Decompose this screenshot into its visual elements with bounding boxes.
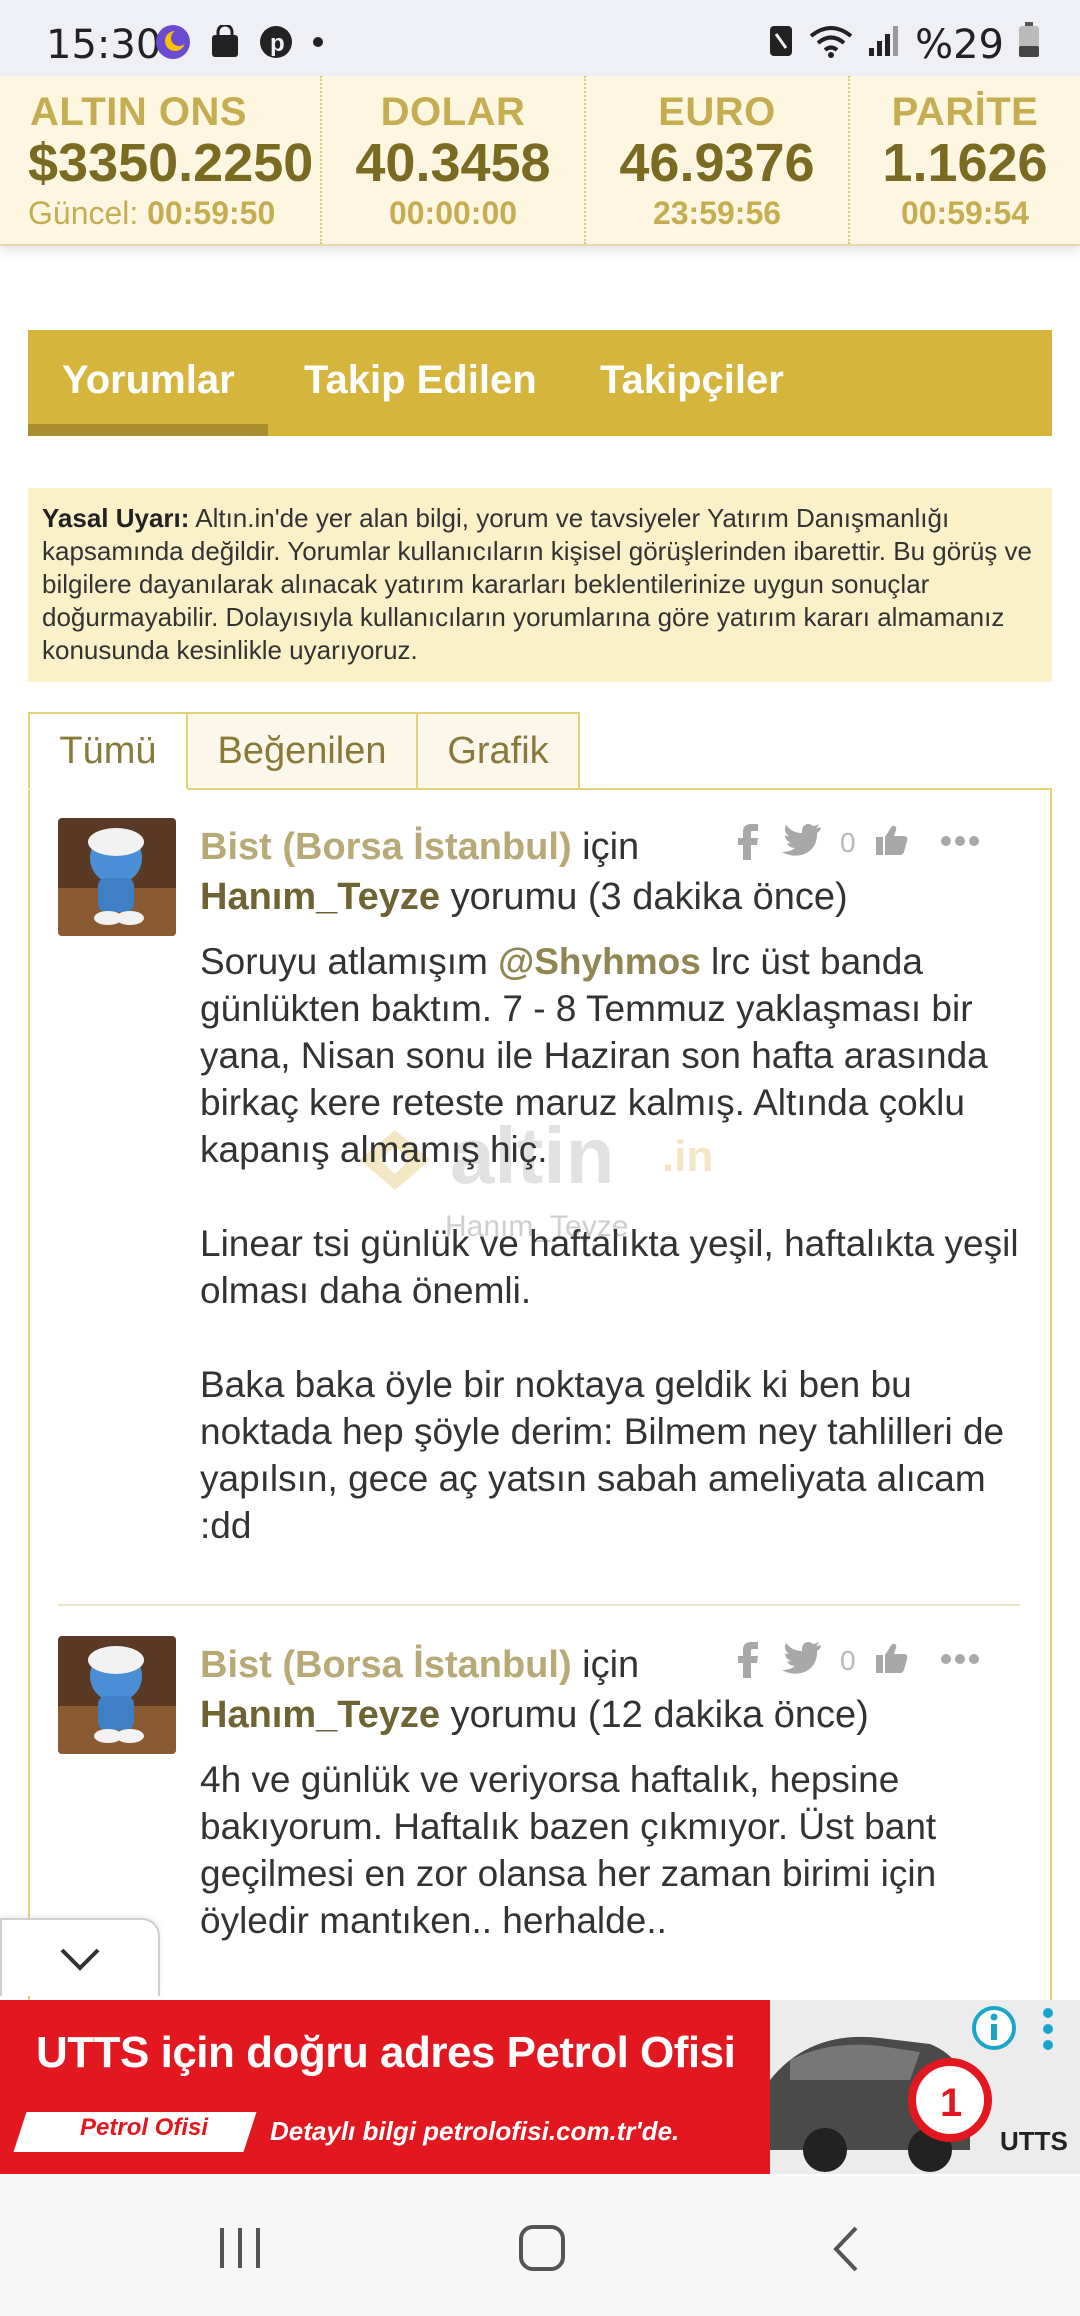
ad-detail-text: Detaylı bilgi petrolofisi.com.tr'de. bbox=[270, 2116, 680, 2146]
like-count: 0 bbox=[840, 826, 856, 858]
ticker-value: 40.3458 bbox=[355, 133, 551, 193]
nfc-icon bbox=[767, 22, 795, 68]
tab-yorumlar[interactable]: Yorumlar bbox=[62, 358, 235, 403]
svg-text:p: p bbox=[270, 30, 285, 57]
tab-begenilen[interactable]: Beğenilen bbox=[186, 712, 418, 790]
ticker-label: ALTIN ONS bbox=[30, 90, 248, 134]
comment-divider bbox=[58, 1604, 1020, 1606]
home-icon[interactable] bbox=[518, 2224, 566, 2277]
main-tabs: Yorumlar Takip Edilen Takipçiler bbox=[28, 330, 1052, 436]
ad-brand-text: Petrol Ofisi bbox=[80, 2114, 209, 2141]
back-icon[interactable] bbox=[830, 2224, 860, 2279]
ticker-value: 46.9376 bbox=[619, 133, 815, 193]
comment-actions: 0 bbox=[736, 820, 980, 865]
comment-topic-link[interactable]: Bist (Borsa İstanbul) bbox=[200, 1644, 572, 1686]
tab-grafik[interactable]: Grafik bbox=[416, 712, 580, 790]
ticker-time-prefix: Güncel: bbox=[28, 195, 139, 231]
ticker-value: 1.1626 bbox=[882, 133, 1048, 193]
comment-author-line: Hanım_Teyze yorumu (12 dakika önce) bbox=[200, 1690, 1020, 1740]
ticker-gold-ounce[interactable]: ALTIN ONS $3350.2250 Güncel: 00:59:50 bbox=[0, 76, 322, 244]
ticker-time: 23:59:56 bbox=[652, 195, 782, 231]
legal-disclaimer: Yasal Uyarı: Altın.in'de yer alan bilgi,… bbox=[28, 488, 1052, 682]
ticker-time: 00:00:00 bbox=[388, 195, 518, 231]
avatar[interactable] bbox=[58, 818, 176, 936]
thumbs-up-icon[interactable] bbox=[874, 823, 910, 862]
ticker-euro[interactable]: EURO 46.9376 23:59:56 bbox=[586, 76, 850, 244]
comment-for-word: için bbox=[571, 826, 640, 868]
comment-text: Soruyu atlamışım @Shyhmos lrc üst banda … bbox=[200, 938, 1020, 1549]
system-nav-bar bbox=[0, 2176, 1080, 2316]
ad-menu-icon[interactable] bbox=[1040, 2006, 1056, 2057]
ticker-value: $3350.2250 bbox=[28, 133, 314, 193]
avatar[interactable] bbox=[58, 1636, 176, 1754]
facebook-icon[interactable] bbox=[736, 1638, 760, 1683]
comment-header: Bist (Borsa İstanbul) için bbox=[200, 1640, 720, 1690]
ad-car-image: 1 UTTS bbox=[770, 2000, 1080, 2174]
comment-user-link[interactable]: Hanım_Teyze bbox=[200, 1694, 440, 1736]
ticker-time: 00:59:54 bbox=[900, 195, 1030, 231]
ad-badge-text: UTTS bbox=[1000, 2126, 1068, 2156]
comment-for-word: için bbox=[571, 1644, 640, 1686]
comment-header: Bist (Borsa İstanbul) için bbox=[200, 822, 720, 872]
facebook-icon[interactable] bbox=[736, 820, 760, 865]
disclaimer-text: Altın.in'de yer alan bilgi, yorum ve tav… bbox=[42, 503, 1032, 665]
comment-text-part: lrc üst banda günlükten baktım. 7 - 8 Te… bbox=[200, 941, 1019, 1546]
tab-takip-edilen[interactable]: Takip Edilen bbox=[304, 358, 537, 403]
ticker-label: DOLAR bbox=[380, 90, 526, 134]
chevron-down-icon bbox=[58, 1946, 102, 1977]
ad-info-icon[interactable] bbox=[970, 2004, 1018, 2057]
app-moon-icon bbox=[155, 24, 191, 65]
disclaimer-title: Yasal Uyarı: bbox=[42, 503, 190, 533]
ticker-dollar[interactable]: DOLAR 40.3458 00:00:00 bbox=[322, 76, 586, 244]
thumbs-up-icon[interactable] bbox=[874, 1641, 910, 1680]
active-tab-indicator bbox=[28, 424, 268, 436]
status-time: 15:30 bbox=[46, 22, 162, 68]
comment-user-link[interactable]: Hanım_Teyze bbox=[200, 876, 440, 918]
twitter-icon[interactable] bbox=[782, 1641, 822, 1680]
wifi-icon bbox=[809, 22, 853, 68]
price-ticker: ALTIN ONS $3350.2250 Güncel: 00:59:50 DO… bbox=[0, 76, 1080, 246]
mention-link[interactable]: @Shyhmos bbox=[498, 941, 701, 982]
comment-meta: yorumu (12 dakika önce) bbox=[440, 1694, 869, 1736]
ad-headline: UTTS için doğru adres Petrol Ofisi bbox=[36, 2028, 736, 2077]
pinterest-icon: p bbox=[259, 25, 293, 64]
collapse-ad-button[interactable] bbox=[0, 1918, 160, 1996]
tab-tumu[interactable]: Tümü bbox=[28, 712, 188, 790]
comment-topic-link[interactable]: Bist (Borsa İstanbul) bbox=[200, 826, 572, 868]
battery-text: %29 bbox=[915, 22, 1004, 68]
comment-actions: 0 bbox=[736, 1638, 980, 1683]
comment-text-part: Soruyu atlamışım bbox=[200, 941, 499, 982]
comment-author-line: Hanım_Teyze yorumu (3 dakika önce) bbox=[200, 872, 1020, 922]
shopping-bag-icon bbox=[209, 23, 241, 64]
more-options-icon[interactable] bbox=[940, 834, 980, 852]
ad-badge-number: 1 bbox=[940, 2081, 962, 2125]
comment-meta: yorumu (3 dakika önce) bbox=[440, 876, 848, 918]
dot-icon bbox=[311, 35, 325, 54]
signal-icon bbox=[867, 22, 901, 68]
like-count: 0 bbox=[840, 1644, 856, 1676]
twitter-icon[interactable] bbox=[782, 823, 822, 862]
recent-apps-icon[interactable] bbox=[216, 2226, 264, 2275]
tab-takipciler[interactable]: Takipçiler bbox=[600, 358, 784, 403]
ticker-time: 00:59:50 bbox=[147, 195, 276, 231]
battery-icon bbox=[1018, 22, 1040, 68]
ticker-parity[interactable]: PARİTE 1.1626 00:59:54 bbox=[850, 76, 1080, 244]
ad-banner[interactable]: UTTS için doğru adres Petrol Ofisi Petro… bbox=[0, 2000, 1080, 2174]
more-options-icon[interactable] bbox=[940, 1652, 980, 1670]
comment-text: 4h ve günlük ve veriyorsa haftalık, heps… bbox=[200, 1759, 947, 1941]
ticker-label: EURO bbox=[658, 90, 776, 134]
ticker-label: PARİTE bbox=[891, 90, 1039, 134]
